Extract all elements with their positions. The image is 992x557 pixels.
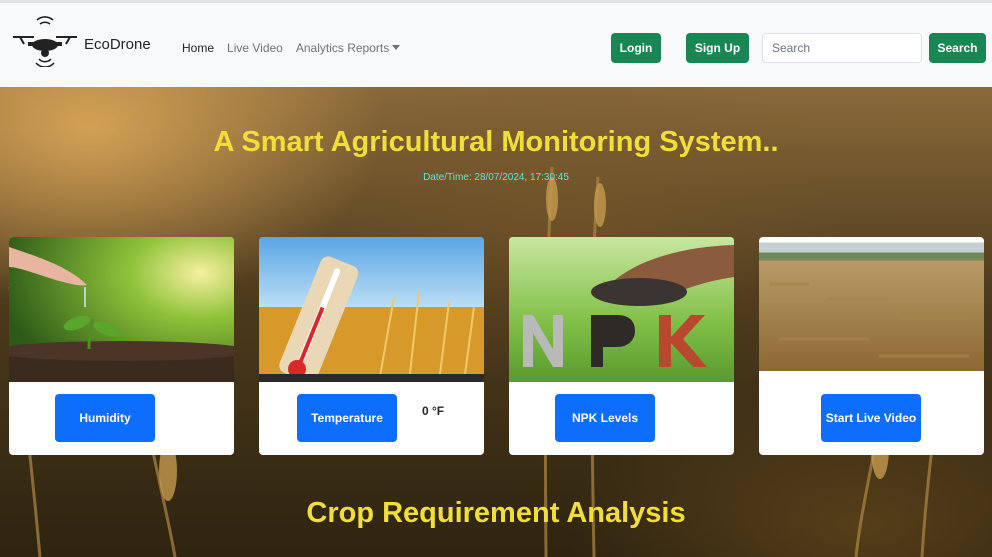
temperature-readout: 0 °F xyxy=(422,404,445,418)
humidity-card: Humidity xyxy=(9,237,234,455)
brand[interactable]: EcoDrone xyxy=(10,15,151,72)
temperature-button[interactable]: Temperature xyxy=(297,394,397,442)
start-live-video-button[interactable]: Start Live Video xyxy=(821,394,921,442)
live-video-card: Start Live Video xyxy=(759,237,984,455)
temperature-card: Temperature 0 °F xyxy=(259,237,484,455)
search-button[interactable]: Search xyxy=(929,33,986,63)
seedling-water-photo xyxy=(9,237,234,382)
nav-analytics-label: Analytics Reports xyxy=(295,41,390,55)
nav-analytics-dropdown[interactable]: Analytics Reports xyxy=(295,41,401,55)
caret-down-icon xyxy=(392,45,401,50)
nav-links: Home Live Video Analytics Reports xyxy=(182,41,401,55)
brand-name[interactable]: EcoDrone xyxy=(84,36,151,53)
drone-icon xyxy=(10,15,78,72)
npk-levels-button[interactable]: NPK Levels xyxy=(555,394,655,442)
npk-fertilizer-photo xyxy=(509,237,734,382)
login-button[interactable]: Login xyxy=(611,33,661,63)
navbar: EcoDrone Home Live Video Analytics Repor… xyxy=(0,0,992,87)
nav-home[interactable]: Home xyxy=(182,41,214,55)
hero-title: A Smart Agricultural Monitoring System.. xyxy=(213,126,779,158)
harvested-field-photo xyxy=(759,237,984,371)
signup-button[interactable]: Sign Up xyxy=(686,33,749,63)
crop-requirement-title: Crop Requirement Analysis xyxy=(306,497,686,529)
thermometer-wheat-photo xyxy=(259,237,484,382)
nav-live-video[interactable]: Live Video xyxy=(227,41,283,55)
npk-card: NPK Levels xyxy=(509,237,734,455)
datetime-display: Date/Time: 28/07/2024, 17:30:45 xyxy=(423,172,569,183)
humidity-button[interactable]: Humidity xyxy=(55,394,155,442)
search-input[interactable] xyxy=(762,33,922,63)
